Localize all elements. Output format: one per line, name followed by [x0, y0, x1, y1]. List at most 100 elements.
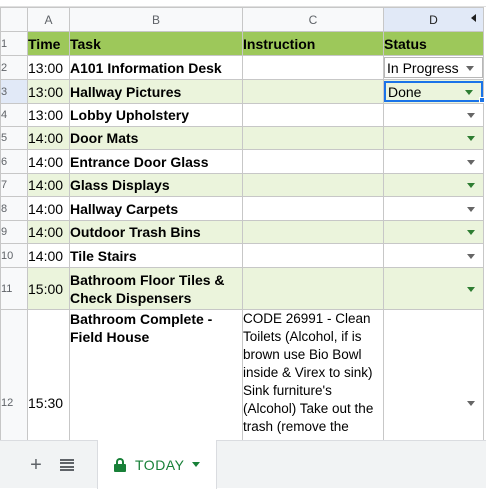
table-row: 12 15:30 Bathroom Complete - Field House… [0, 309, 484, 440]
column-header-c[interactable]: C [242, 7, 384, 32]
selection-fill-handle[interactable] [479, 97, 485, 103]
time-cell[interactable]: 14:00 [27, 173, 70, 197]
instruction-cell[interactable] [242, 79, 384, 104]
table-row: 2 13:00 A101 Information Desk In Progres… [0, 55, 484, 80]
chevron-down-icon[interactable] [467, 113, 475, 118]
task-cell[interactable]: Hallway Pictures [69, 79, 243, 104]
table-row: 10 14:00 Tile Stairs [0, 243, 484, 268]
instruction-cell[interactable] [242, 173, 384, 197]
instruction-cell[interactable] [242, 126, 384, 150]
chevron-down-icon[interactable] [467, 136, 475, 141]
time-cell[interactable]: 15:00 [27, 267, 70, 310]
time-cell[interactable]: 14:00 [27, 196, 70, 221]
chevron-down-icon[interactable] [467, 253, 475, 259]
header-status[interactable]: Status [383, 31, 484, 56]
plus-icon: + [30, 453, 42, 476]
table-row: 7 14:00 Glass Displays [0, 173, 484, 197]
status-dropdown[interactable] [383, 126, 484, 150]
status-dropdown[interactable] [383, 267, 484, 310]
task-cell[interactable]: Glass Displays [69, 173, 243, 197]
instruction-cell[interactable] [242, 196, 384, 221]
row-number[interactable]: 3 [0, 79, 28, 104]
row-number[interactable]: 9 [0, 220, 28, 244]
status-dropdown[interactable] [383, 309, 484, 440]
select-all-corner[interactable] [0, 7, 28, 32]
chevron-down-icon[interactable] [466, 65, 474, 71]
table-row: 3 13:00 Hallway Pictures Done [0, 79, 484, 104]
task-cell[interactable]: A101 Information Desk [69, 55, 243, 80]
table-row: 11 15:00 Bathroom Floor Tiles & Check Di… [0, 267, 484, 310]
time-cell[interactable]: 13:00 [27, 103, 70, 127]
chevron-down-icon[interactable] [467, 159, 475, 165]
time-cell[interactable]: 13:00 [27, 79, 70, 104]
task-cell[interactable]: Hallway Carpets [69, 196, 243, 221]
sheet-tab-label: TODAY [135, 456, 185, 473]
column-header-row: A B C D [0, 7, 484, 32]
chevron-down-icon[interactable] [192, 462, 201, 467]
chevron-down-icon[interactable] [467, 183, 475, 188]
time-cell[interactable]: 14:00 [27, 220, 70, 244]
chevron-down-icon[interactable] [467, 230, 475, 235]
chevron-down-icon[interactable] [467, 286, 475, 292]
row-number[interactable]: 12 [0, 309, 28, 440]
column-header-d[interactable]: D [383, 7, 484, 32]
status-dropdown[interactable] [383, 220, 484, 244]
row-number[interactable]: 5 [0, 126, 28, 150]
status-dropdown[interactable]: In Progress [383, 55, 484, 80]
status-dropdown[interactable] [383, 243, 484, 268]
instruction-cell[interactable] [242, 149, 384, 174]
table-row: 4 13:00 Lobby Upholstery [0, 103, 484, 127]
chevron-down-icon[interactable] [467, 206, 475, 212]
instruction-cell[interactable]: CODE 26991 - Clean Toilets (Alcohol, if … [242, 309, 384, 440]
column-header-a[interactable]: A [27, 7, 70, 32]
chevron-down-icon[interactable] [467, 400, 475, 406]
instruction-cell[interactable] [242, 243, 384, 268]
status-dropdown[interactable] [383, 173, 484, 197]
status-dropdown[interactable] [383, 149, 484, 174]
task-cell[interactable]: Bathroom Floor Tiles & Check Dispensers [69, 267, 243, 310]
column-header-b[interactable]: B [69, 7, 243, 32]
add-sheet-button[interactable]: + [24, 453, 48, 477]
row-number[interactable]: 10 [0, 243, 28, 268]
list-icon [60, 459, 74, 471]
time-cell[interactable]: 14:00 [27, 149, 70, 174]
time-cell[interactable]: 13:00 [27, 55, 70, 80]
task-cell[interactable]: Bathroom Complete - Field House [69, 309, 243, 440]
table-row: 5 14:00 Door Mats [0, 126, 484, 150]
instruction-cell[interactable] [242, 55, 384, 80]
task-cell[interactable]: Lobby Upholstery [69, 103, 243, 127]
time-cell[interactable]: 14:00 [27, 243, 70, 268]
row-number[interactable]: 8 [0, 196, 28, 221]
table-header-row: 1 Time Task Instruction Status [0, 31, 484, 56]
formula-bar-edge [0, 0, 486, 7]
task-cell[interactable]: Outdoor Trash Bins [69, 220, 243, 244]
status-dropdown[interactable] [383, 103, 484, 127]
all-sheets-button[interactable] [55, 453, 79, 477]
row-number[interactable]: 7 [0, 173, 28, 197]
chevron-down-icon[interactable] [465, 89, 473, 95]
header-instruction[interactable]: Instruction [242, 31, 384, 56]
row-number[interactable]: 11 [0, 267, 28, 310]
instruction-cell[interactable] [242, 267, 384, 310]
row-number[interactable]: 2 [0, 55, 28, 80]
table-row: 6 14:00 Entrance Door Glass [0, 149, 484, 174]
instruction-cell[interactable] [242, 103, 384, 127]
header-time[interactable]: Time [27, 31, 70, 56]
lock-icon [114, 457, 126, 472]
task-cell[interactable]: Door Mats [69, 126, 243, 150]
header-task[interactable]: Task [69, 31, 243, 56]
collapse-arrow-icon[interactable] [471, 14, 476, 22]
instruction-cell[interactable] [242, 220, 384, 244]
table-row: 9 14:00 Outdoor Trash Bins [0, 220, 484, 244]
time-cell[interactable]: 15:30 [27, 309, 70, 440]
task-cell[interactable]: Entrance Door Glass [69, 149, 243, 174]
task-cell[interactable]: Tile Stairs [69, 243, 243, 268]
status-dropdown[interactable] [383, 196, 484, 221]
spreadsheet-grid[interactable]: A B C D 1 Time Task Instruction Status 2… [0, 0, 486, 440]
row-number[interactable]: 6 [0, 149, 28, 174]
status-dropdown-selected[interactable]: Done [383, 79, 484, 104]
sheet-tab-today[interactable]: TODAY [97, 440, 217, 489]
time-cell[interactable]: 14:00 [27, 126, 70, 150]
row-number[interactable]: 1 [0, 31, 28, 56]
row-number[interactable]: 4 [0, 103, 28, 127]
